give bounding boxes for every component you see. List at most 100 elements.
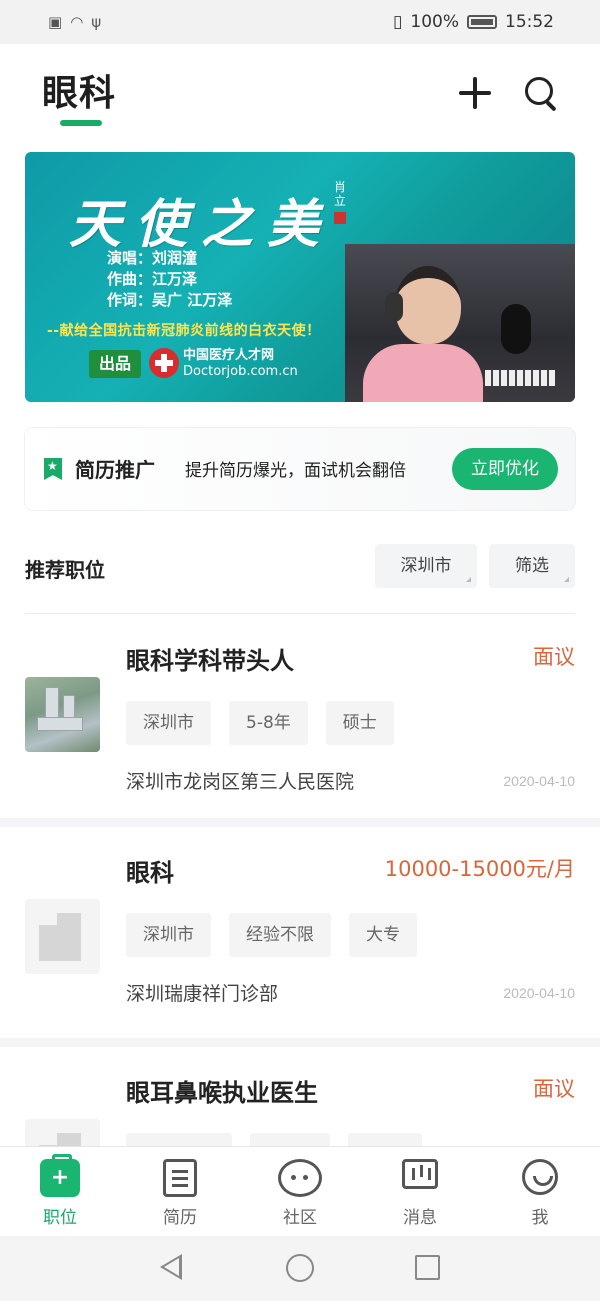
tag-education: 硕士 xyxy=(325,701,394,745)
tab-label: 我 xyxy=(531,1208,549,1228)
tag-placeholder xyxy=(348,1133,422,1146)
job-title: 眼科 xyxy=(126,859,174,887)
microphone-icon xyxy=(501,304,531,354)
system-nav-bar xyxy=(0,1236,600,1301)
medical-cross-logo-icon xyxy=(149,348,179,378)
search-button[interactable] xyxy=(522,74,562,114)
home-icon[interactable] xyxy=(286,1254,314,1282)
section-title: 推荐职位 xyxy=(25,558,105,582)
job-tags: 深圳市 5-8年 硕士 xyxy=(126,701,394,745)
job-date: 2020-04-10 xyxy=(503,773,575,789)
list-separator xyxy=(0,818,600,827)
photo-singer-head xyxy=(395,266,461,344)
battery-percent: 100% xyxy=(410,12,459,32)
tab-resume[interactable]: 简历 xyxy=(120,1147,240,1236)
tab-jobs[interactable]: 职位 xyxy=(0,1147,120,1236)
seal-text: 肖立 xyxy=(333,180,346,208)
building-shape xyxy=(37,717,83,731)
job-date: 2020-04-10 xyxy=(503,985,575,1001)
job-hospital: 深圳瑞康祥门诊部 xyxy=(126,983,279,1005)
message-icon xyxy=(402,1159,438,1189)
job-card[interactable]: 眼耳鼻喉执业医生 面议 xyxy=(0,1047,600,1146)
banner-org: 中国医疗人才网 Doctorjob.com.cn xyxy=(183,348,298,380)
wifi-icon: ◠ xyxy=(70,13,84,31)
tab-label: 简历 xyxy=(163,1208,197,1228)
bottom-tab-bar: 职位 简历 社区 消息 我 xyxy=(0,1146,600,1236)
tab-messages[interactable]: 消息 xyxy=(360,1147,480,1236)
status-right: ▯ 100% 15:52 xyxy=(393,12,554,32)
banner-photo xyxy=(345,244,575,402)
building-shape xyxy=(39,925,57,961)
hospital-logo xyxy=(25,677,100,752)
city-filter-button[interactable]: 深圳市 xyxy=(375,544,477,588)
tag-placeholder xyxy=(126,1133,232,1146)
building-shape xyxy=(57,1133,81,1146)
add-button[interactable] xyxy=(456,74,494,112)
title-underline xyxy=(60,120,102,126)
community-icon xyxy=(278,1159,322,1197)
tab-label: 消息 xyxy=(403,1208,437,1228)
optimize-button[interactable]: 立即优化 xyxy=(452,448,558,490)
tag-city: 深圳市 xyxy=(126,701,211,745)
banner-slogan: --献给全国抗击新冠肺炎前线的白衣天使！ xyxy=(47,323,321,339)
job-tags: 深圳市 经验不限 大专 xyxy=(126,913,417,957)
usb-icon: ψ xyxy=(91,13,102,31)
photo-singer-body xyxy=(363,344,483,402)
produced-badge: 出品 xyxy=(89,350,141,378)
credit-singer: 演唱：刘润潼 xyxy=(107,249,198,267)
job-salary: 面议 xyxy=(533,645,575,669)
back-icon[interactable] xyxy=(160,1254,182,1280)
keyboard-image xyxy=(485,370,555,386)
tag-experience: 5-8年 xyxy=(229,701,308,745)
clock: 15:52 xyxy=(505,12,554,32)
job-title: 眼科学科带头人 xyxy=(126,647,294,675)
alert-icon: ▣ xyxy=(48,13,63,31)
tag-placeholder xyxy=(250,1133,330,1146)
recent-apps-icon[interactable] xyxy=(415,1255,440,1280)
hospital-logo-placeholder xyxy=(25,1119,100,1146)
tag-city: 深圳市 xyxy=(126,913,211,957)
job-hospital: 深圳市龙岗区第三人民医院 xyxy=(126,771,355,793)
bookmark-star-icon xyxy=(44,458,62,480)
banner-credits: 演唱：刘润潼 作曲：江万泽 作词：吴广 江万泽 xyxy=(107,248,232,311)
credit-composer: 作曲：江万泽 xyxy=(107,270,198,288)
search-icon-handle xyxy=(545,100,557,112)
seal-stamp xyxy=(334,212,346,224)
filter-button[interactable]: 筛选 xyxy=(489,544,575,588)
tab-label: 职位 xyxy=(43,1208,77,1228)
job-title: 眼耳鼻喉执业医生 xyxy=(126,1079,318,1107)
job-salary: 面议 xyxy=(533,1077,575,1101)
page-title: 眼科 xyxy=(42,73,117,114)
credit-lyricist: 作词：吴广 江万泽 xyxy=(107,291,233,309)
headphone-icon xyxy=(385,292,403,322)
briefcase-icon xyxy=(40,1154,80,1197)
resume-promo-card[interactable]: 简历推广 提升简历爆光，面试机会翻倍 立即优化 xyxy=(25,428,575,510)
vibrate-icon: ▯ xyxy=(393,12,403,32)
list-separator xyxy=(0,1038,600,1047)
job-card[interactable]: 眼科 10000-15000元/月 深圳市 经验不限 大专 深圳瑞康祥门诊部 2… xyxy=(0,827,600,1037)
tab-community[interactable]: 社区 xyxy=(240,1147,360,1236)
status-bar: ▣ ◠ ψ ▯ 100% 15:52 xyxy=(0,0,600,44)
divider xyxy=(25,613,575,614)
recommended-jobs-header: 推荐职位 深圳市 筛选 xyxy=(25,544,575,588)
resume-icon xyxy=(163,1159,197,1197)
battery-icon xyxy=(467,15,497,29)
promo-banner[interactable]: 天使之美 肖立 演唱：刘润潼 作曲：江万泽 作词：吴广 江万泽 --献给全国抗击… xyxy=(25,152,575,402)
promo-text: 提升简历爆光，面试机会翻倍 xyxy=(185,461,406,481)
tab-me[interactable]: 我 xyxy=(480,1147,600,1236)
tag-experience: 经验不限 xyxy=(229,913,331,957)
promo-title: 简历推广 xyxy=(75,458,155,482)
job-salary: 10000-15000元/月 xyxy=(384,857,575,881)
tag-education: 大专 xyxy=(349,913,417,957)
building-shape xyxy=(57,913,81,961)
profile-icon xyxy=(522,1159,558,1195)
tab-label: 社区 xyxy=(283,1208,317,1228)
org-name: 中国医疗人才网 xyxy=(183,348,275,363)
job-card[interactable]: 眼科学科带头人 面议 深圳市 5-8年 硕士 深圳市龙岗区第三人民医院 2020… xyxy=(0,615,600,825)
banner-title: 天使之美 xyxy=(69,194,334,255)
banner-seal: 肖立 xyxy=(329,180,351,240)
status-icons: ▣ ◠ ψ xyxy=(48,13,101,31)
header: 眼科 xyxy=(0,44,600,140)
org-site: Doctorjob.com.cn xyxy=(183,364,298,379)
job-tags xyxy=(126,1133,422,1146)
